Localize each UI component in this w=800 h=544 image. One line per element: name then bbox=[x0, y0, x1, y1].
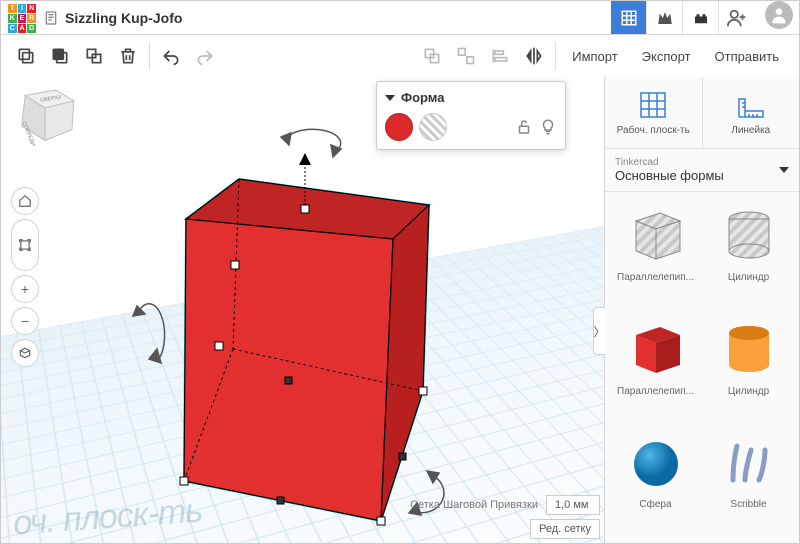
project-notes-icon[interactable] bbox=[43, 10, 59, 26]
export-button[interactable]: Экспорт bbox=[642, 49, 691, 64]
shape-thumb bbox=[620, 316, 692, 382]
shape-thumb bbox=[713, 316, 785, 382]
shape-label: Параллелепип... bbox=[617, 272, 694, 283]
hole-swatch[interactable] bbox=[419, 113, 447, 141]
shape-item-cyl-striped[interactable]: Цилиндр bbox=[706, 202, 791, 306]
project-title[interactable]: Sizzling Kup-Jofo bbox=[65, 10, 182, 26]
right-sidebar: 〉 Рабоч. плоск-ть Линейка Tinkercad Осно… bbox=[604, 77, 799, 543]
ortho-toggle-button[interactable] bbox=[11, 339, 39, 367]
shape-category-select[interactable]: Tinkercad Основные формы bbox=[605, 149, 799, 192]
copy-button[interactable] bbox=[9, 39, 43, 73]
rotate-handle-top[interactable] bbox=[281, 129, 341, 157]
canvas[interactable]: оч. плоск-ть bbox=[1, 77, 604, 543]
chevron-down-icon bbox=[779, 167, 789, 173]
solid-color-swatch[interactable] bbox=[385, 113, 413, 141]
snap-grid-label: Сетка Шаговой Привязки bbox=[410, 499, 538, 511]
selected-box-shape[interactable] bbox=[131, 131, 461, 511]
shape-item-cyl-orange[interactable]: Цилиндр bbox=[706, 316, 791, 420]
lightbulb-icon[interactable] bbox=[539, 118, 557, 136]
paste-button[interactable] bbox=[43, 39, 77, 73]
canvas-nav: + − bbox=[11, 187, 39, 367]
status-bar: Ред. сетку bbox=[530, 519, 600, 539]
edit-grid-button[interactable]: Ред. сетку bbox=[530, 519, 600, 539]
category-title: Основные формы bbox=[615, 168, 789, 183]
shape-label: Цилиндр bbox=[728, 272, 769, 283]
minecraft-export-icon[interactable] bbox=[647, 1, 683, 34]
shape-label: Цилиндр bbox=[728, 386, 769, 397]
sidebar-expand-handle[interactable]: 〉 bbox=[593, 307, 605, 355]
view-cube[interactable]: СВЕРХУ СПЕРЕДИ bbox=[9, 81, 81, 153]
tinkercad-logo[interactable]: TIN KER CAD bbox=[7, 3, 37, 33]
delete-button[interactable] bbox=[111, 39, 145, 73]
shape-item-box-red[interactable]: Параллелепип... bbox=[613, 316, 698, 420]
view-grid-button[interactable] bbox=[611, 1, 647, 34]
ruler-tool-label: Линейка bbox=[731, 125, 770, 136]
fit-view-button[interactable] bbox=[11, 219, 39, 271]
inspector-collapse-icon[interactable] bbox=[385, 95, 395, 101]
mirror-button[interactable] bbox=[517, 39, 551, 73]
shape-item-sphere-blue[interactable]: Сфера bbox=[613, 429, 698, 533]
send-button[interactable]: Отправить bbox=[715, 49, 779, 64]
ungroup-button[interactable] bbox=[449, 39, 483, 73]
home-view-button[interactable] bbox=[11, 187, 39, 215]
snap-grid-select[interactable]: 1,0 мм bbox=[546, 495, 600, 515]
workplane-tool[interactable]: Рабоч. плоск-ть bbox=[605, 77, 702, 148]
shapes-grid: Параллелепип... Цилиндр Параллелепип... Цил… bbox=[605, 192, 799, 543]
shape-label: Сфера bbox=[639, 499, 671, 510]
zoom-in-button[interactable]: + bbox=[11, 275, 39, 303]
add-user-icon[interactable] bbox=[719, 1, 755, 34]
shape-inspector: Форма bbox=[376, 81, 566, 150]
shape-label: Параллелепип... bbox=[617, 386, 694, 397]
category-subtitle: Tinkercad bbox=[615, 157, 789, 168]
workplane-tool-label: Рабоч. плоск-ть bbox=[617, 125, 690, 136]
ruler-tool[interactable]: Линейка bbox=[702, 77, 800, 148]
shape-thumb bbox=[620, 429, 692, 495]
align-button[interactable] bbox=[483, 39, 517, 73]
shape-thumb bbox=[620, 202, 692, 268]
rotate-handle-left[interactable] bbox=[133, 304, 165, 363]
shape-thumb bbox=[713, 202, 785, 268]
inspector-title: Форма bbox=[401, 90, 444, 105]
duplicate-button[interactable] bbox=[77, 39, 111, 73]
shape-item-box-striped[interactable]: Параллелепип... bbox=[613, 202, 698, 306]
shape-thumb bbox=[713, 429, 785, 495]
group-button[interactable] bbox=[415, 39, 449, 73]
main-toolbar: Импорт Экспорт Отправить bbox=[1, 35, 799, 77]
zoom-out-button[interactable]: − bbox=[11, 307, 39, 335]
undo-button[interactable] bbox=[154, 39, 188, 73]
import-button[interactable]: Импорт bbox=[572, 49, 617, 64]
user-avatar[interactable] bbox=[765, 1, 793, 29]
lock-icon[interactable] bbox=[515, 118, 533, 136]
lego-export-icon[interactable] bbox=[683, 1, 719, 34]
shape-label: Scribble bbox=[730, 499, 766, 510]
shape-item-scribble[interactable]: Scribble bbox=[706, 429, 791, 533]
redo-button[interactable] bbox=[188, 39, 222, 73]
app-header: TIN KER CAD Sizzling Kup-Jofo bbox=[1, 1, 799, 35]
